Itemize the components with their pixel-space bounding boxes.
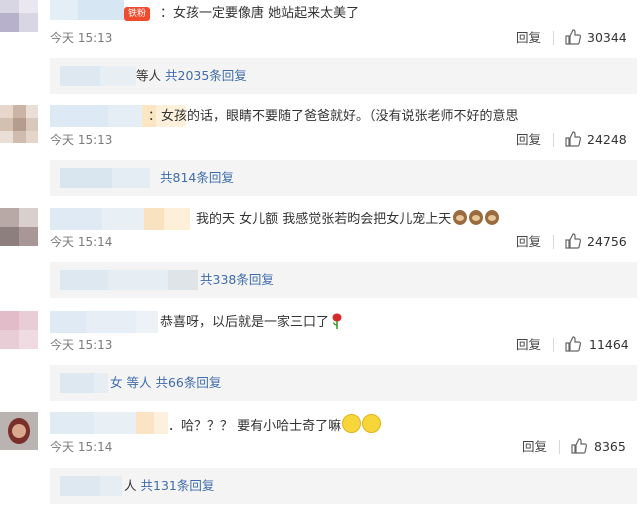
monkey-emoji-icon [469, 210, 484, 225]
username-blurred[interactable] [50, 311, 158, 333]
reply-thread-summary: 人 共131条回复 [124, 478, 214, 494]
thumbs-up-icon[interactable] [564, 28, 582, 46]
thumbs-up-icon[interactable] [570, 437, 588, 455]
reply-thread-box: 等人 共2035条回复 [50, 58, 637, 94]
reply-users-blurred [60, 168, 150, 188]
monkey-emoji-icon [485, 210, 500, 225]
comment-text: 恭喜呀，以后就是一家三口了 [160, 313, 343, 332]
avatar[interactable] [0, 208, 38, 246]
comment-item: 我的天 女儿额 我感觉张若昀会把女儿宠上天 今天 15:14 回复 24756 … [0, 206, 640, 310]
reply-users-blurred [60, 270, 198, 290]
reply-button[interactable]: 回复 [516, 132, 541, 148]
comment-time: 今天 15:13 [50, 31, 113, 45]
comment-time: 今天 15:14 [50, 440, 113, 454]
reply-thread-prefix: 女 等人 [110, 375, 152, 390]
separator [553, 133, 554, 147]
grinning-emoji-icon [342, 414, 362, 433]
reply-button[interactable]: 回复 [516, 30, 541, 46]
view-replies-link[interactable]: 共2035条回复 [165, 68, 247, 83]
view-replies-link[interactable]: 共814条回复 [160, 170, 234, 185]
like-count: 24248 [587, 132, 627, 147]
like-count: 30344 [587, 30, 627, 45]
separator [553, 31, 554, 45]
reply-thread-summary: 等人 共2035条回复 [136, 68, 247, 84]
comment-text-body: 我的天 女儿额 我感觉张若昀会把女儿宠上天 [196, 212, 452, 227]
fan-badge: 铁粉 [124, 7, 151, 21]
reply-users-blurred [60, 476, 122, 496]
comment-text-body: 恭喜呀，以后就是一家三口了 [160, 315, 330, 330]
comment-text: ：女孩的话，眼睛不要随了爸爸就好。（没有说张老师不好的意思 [148, 109, 519, 124]
view-replies-link[interactable]: 共66条回复 [155, 375, 221, 390]
reply-thread-box: 人 共131条回复 [50, 468, 637, 504]
view-replies-link[interactable]: 共338条回复 [200, 272, 274, 287]
reply-thread-summary: 共814条回复 [160, 170, 234, 186]
reply-thread-box: 共338条回复 [50, 262, 637, 298]
comment-text: 我的天 女儿额 我感觉张若昀会把女儿宠上天 [196, 210, 500, 229]
thumbs-up-icon[interactable] [564, 335, 582, 353]
reply-thread-prefix: 等人 [136, 68, 162, 83]
avatar[interactable] [0, 105, 38, 143]
thumbs-up-icon[interactable] [564, 130, 582, 148]
comment-text-body: ．哈？？？ 要有小哈士奇了嘛 [168, 419, 342, 434]
reply-thread-box: 共814条回复 [50, 160, 637, 196]
comment-time: 今天 15:13 [50, 133, 113, 147]
rose-icon [332, 313, 342, 329]
separator [553, 338, 554, 352]
username-blurred[interactable] [50, 208, 190, 230]
reply-thread-summary: 共338条回复 [200, 272, 274, 288]
comment-text: ．哈？？？ 要有小哈士奇了嘛 [168, 414, 382, 436]
separator [553, 235, 554, 249]
comment-item: 恭喜呀，以后就是一家三口了 今天 15:13 回复 11464 女 等人 共66… [0, 309, 640, 413]
reply-thread-prefix: 人 [124, 478, 137, 493]
reply-thread-box: 女 等人 共66条回复 [50, 365, 637, 401]
separator [559, 440, 560, 454]
reply-thread-summary: 女 等人 共66条回复 [110, 375, 221, 391]
thumbs-up-icon[interactable] [564, 232, 582, 250]
view-replies-link[interactable]: 共131条回复 [141, 478, 215, 493]
comment-item: 铁粉 ：女孩一定要像唐 她站起来太美了 今天 15:13 回复 30344 等人… [0, 0, 640, 104]
reply-button[interactable]: 回复 [516, 234, 541, 250]
like-count: 11464 [589, 337, 629, 352]
avatar[interactable] [0, 412, 38, 450]
avatar[interactable] [0, 0, 38, 32]
like-count: 8365 [594, 439, 626, 454]
username-blurred[interactable] [50, 0, 124, 20]
comment-item: ．哈？？？ 要有小哈士奇了嘛 今天 15:14 回复 8365 人 共131条回… [0, 410, 640, 514]
reply-button[interactable]: 回复 [522, 439, 547, 455]
monkey-emoji-icon [453, 210, 468, 225]
like-count: 24756 [587, 234, 627, 249]
comment-time: 今天 15:14 [50, 235, 113, 249]
reply-users-blurred [60, 373, 108, 393]
username-blurred[interactable] [50, 412, 168, 434]
comment-text: ：女孩一定要像唐 她站起来太美了 [160, 6, 360, 21]
grinning-emoji-icon [362, 414, 382, 433]
avatar[interactable] [0, 311, 38, 349]
reply-button[interactable]: 回复 [516, 337, 541, 353]
comment-time: 今天 15:13 [50, 338, 113, 352]
reply-users-blurred [60, 66, 136, 86]
comment-item: ：女孩的话，眼睛不要随了爸爸就好。（没有说张老师不好的意思 今天 15:13 回… [0, 103, 640, 207]
